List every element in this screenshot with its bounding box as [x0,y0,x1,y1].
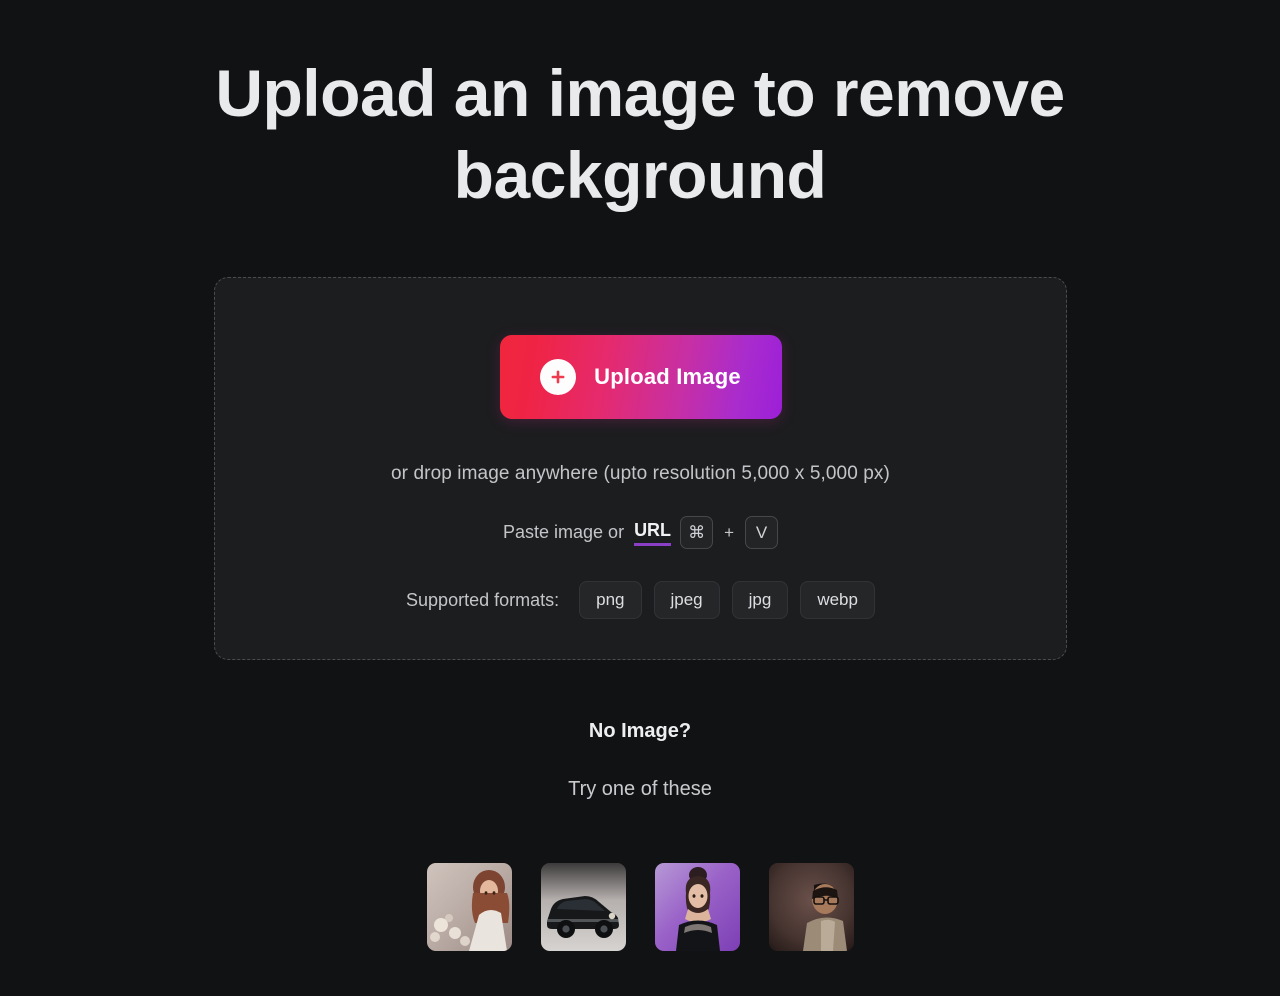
key-command: ⌘ [680,516,714,549]
format-chip-jpeg[interactable]: jpeg [653,581,720,619]
url-link[interactable]: URL [634,520,672,546]
key-separator: + [724,522,734,542]
plus-circle-icon [540,359,577,395]
sample-images-section: No Image? Try one of these [0,700,1280,951]
supported-formats-row: Supported formats: png jpeg jpg webp [406,581,875,619]
paste-url-row: Paste image or URL ⌘ + V [503,516,778,549]
upload-image-button[interactable]: Upload Image [499,335,782,419]
no-image-title: No Image? [588,720,692,742]
sample-woman-bokeh[interactable] [426,863,512,951]
key-v: V [745,516,778,549]
format-chip-png[interactable]: png [579,581,642,619]
drop-hint-text: or drop image anywhere (upto resolution … [391,463,890,484]
format-chip-jpg[interactable]: jpg [731,581,789,619]
sample-thumbnail-row [426,863,854,951]
sample-man-glasses[interactable] [768,863,854,951]
paste-prefix-label: Paste image or [503,522,625,542]
try-one-of-these-text: Try one of these [568,778,712,800]
upload-page: Upload an image to remove background Upl… [0,0,1280,996]
supported-formats-label: Supported formats: [406,589,560,610]
sample-woman-purple[interactable] [654,863,740,951]
upload-button-label: Upload Image [594,364,741,389]
format-chip-webp[interactable]: webp [800,581,875,619]
image-dropzone[interactable]: Upload Image or drop image anywhere (upt… [214,277,1067,660]
page-title: Upload an image to remove background [215,56,1065,212]
sample-classic-car[interactable] [540,863,626,951]
